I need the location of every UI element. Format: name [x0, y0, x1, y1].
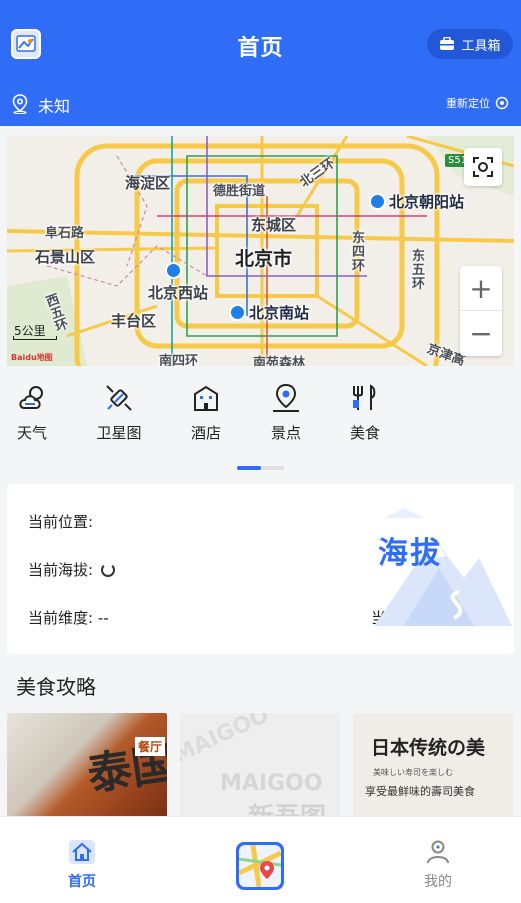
- quick-item-weather[interactable]: 天气: [2, 382, 62, 443]
- altitude-card: 当前位置: 当前海拔: 当前维度: -- 当前维度: -- 海拔: [7, 484, 514, 654]
- quick-item-label: 酒店: [190, 424, 221, 442]
- page-indicator: [237, 466, 284, 470]
- map-label-south-station: 北京南站: [229, 302, 309, 323]
- baidu-map-logo: Baidu地图: [11, 353, 53, 362]
- map-label-fengtai: 丰台区: [111, 312, 157, 330]
- altitude-label: 当前海拔:: [28, 561, 94, 579]
- weather-icon: [19, 386, 43, 409]
- relocate-label: 重新定位: [446, 97, 490, 110]
- nav-home[interactable]: 首页: [42, 839, 122, 891]
- location-row: 未知 重新定位: [0, 90, 521, 116]
- latitude-value: --: [97, 609, 109, 627]
- scenic-spot-icon: [273, 383, 299, 412]
- station-icon: [369, 193, 386, 210]
- nav-home-label: 首页: [68, 874, 96, 890]
- latitude-label: 当前维度:: [28, 609, 94, 627]
- header: 首页 工具箱 未知 重新定位: [0, 0, 521, 126]
- hotel-icon: [194, 385, 218, 411]
- map-pin-icon: [239, 845, 281, 887]
- latitude-row: 当前维度: --: [28, 607, 109, 628]
- station-icon: [165, 262, 182, 279]
- loading-spinner-icon: [101, 563, 116, 577]
- quick-item-label: 景点: [270, 424, 301, 442]
- scan-icon: [473, 157, 493, 177]
- quick-item-food[interactable]: 美食: [335, 382, 395, 443]
- location-text: 未知: [38, 97, 71, 116]
- food-icon: [353, 384, 376, 410]
- altitude-row: 当前海拔:: [28, 559, 116, 580]
- map-label-nanyuan: 南苑森林: [253, 356, 306, 366]
- zoom-in-button[interactable]: +: [460, 266, 502, 311]
- toolbox-label: 工具箱: [461, 38, 501, 54]
- satellite-icon: [106, 385, 132, 411]
- map-label-fushi-road: 阜石路: [45, 226, 85, 241]
- toolbox-button[interactable]: 工具箱: [427, 29, 513, 59]
- quick-item-label: 美食: [349, 424, 380, 442]
- quick-item-satellite[interactable]: 卫星图: [89, 382, 149, 443]
- map-label-west-station: 北京西站: [148, 284, 209, 302]
- home-icon: [69, 840, 95, 864]
- quick-menu: 天气 卫星图 酒店 景点 美食: [0, 366, 521, 476]
- location-pin-icon: [12, 94, 28, 114]
- relocate-button[interactable]: 重新定位: [446, 95, 509, 111]
- map-label-east-5th-ring: 东 五 环: [412, 249, 426, 292]
- zoom-control: + −: [460, 266, 502, 356]
- map-view[interactable]: 海淀区 德胜街道 北三环 北京朝阳站 阜石路 东城区 石景山区 北京市 东 四 …: [7, 136, 514, 366]
- map-label-beijing-city: 北京市: [235, 248, 293, 270]
- map-label-south-4th-ring: 南四环: [159, 354, 199, 366]
- food-card[interactable]: MAIGOO MAIGOO 新吾图: [180, 713, 340, 819]
- zoom-out-button[interactable]: −: [460, 311, 502, 356]
- food-card[interactable]: 日本传统の美 美味しい寿司を楽しむ 享受最鲜味的壽司美食: [353, 713, 513, 819]
- map-scan-button[interactable]: [464, 148, 502, 186]
- map-label-dongcheng: 东城区: [251, 216, 297, 234]
- map-app-icon: [239, 845, 281, 887]
- map-label-haidian: 海淀区: [125, 174, 171, 192]
- app-root: 首页 工具箱 未知 重新定位 海淀区 德胜街道 北三环 北京朝阳站 阜石路 东城…: [0, 0, 521, 903]
- nav-me[interactable]: 我的: [398, 839, 478, 891]
- position-label: 当前位置:: [28, 513, 94, 531]
- map-label-shijingshan: 石景山区: [35, 248, 96, 266]
- food-card[interactable]: 泰国 餐厅: [7, 713, 167, 819]
- altitude-badge: 海拔: [364, 508, 514, 630]
- quick-item-label: 卫星图: [96, 424, 142, 442]
- food-card-list: 泰国 餐厅 MAIGOO MAIGOO 新吾图 日本传统の美 美味しい寿司を楽し…: [7, 713, 514, 819]
- map-label-desheng: 德胜街道: [213, 184, 266, 199]
- map-label-west-station-dot: [165, 262, 185, 280]
- quick-item-scenic[interactable]: 景点: [256, 382, 316, 443]
- nav-map-center-button[interactable]: [236, 842, 284, 890]
- food-section-title: 美食攻略: [16, 675, 96, 699]
- altitude-badge-text: 海拔: [378, 536, 442, 571]
- user-icon: [427, 840, 449, 864]
- quick-item-hotel[interactable]: 酒店: [176, 382, 236, 443]
- quick-item-label: 天气: [16, 424, 47, 442]
- toolbox-icon: [440, 37, 455, 50]
- station-icon: [229, 304, 246, 321]
- map-label-east-4th-ring: 东 四 环: [352, 231, 366, 274]
- page-indicator-active: [237, 466, 261, 470]
- bottom-nav: 首页 我的: [0, 816, 521, 903]
- nav-me-label: 我的: [424, 874, 452, 890]
- target-icon: [495, 96, 509, 110]
- map-label-chaoyang-station: 北京朝阳站: [369, 191, 464, 212]
- map-scale-bar: [13, 336, 57, 340]
